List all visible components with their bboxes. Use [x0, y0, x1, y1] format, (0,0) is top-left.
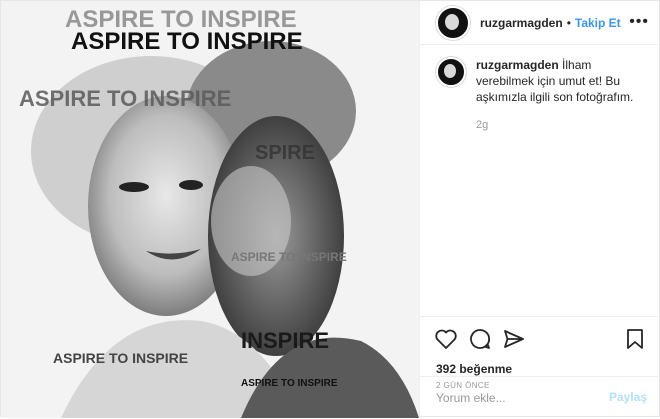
photo-text: SPIRE: [255, 142, 315, 164]
photo-text: INSPIRE: [241, 328, 329, 353]
username-link[interactable]: ruzgarmagden: [480, 16, 563, 30]
caption-username[interactable]: ruzgarmagden: [476, 58, 559, 72]
follow-button[interactable]: Takip Et: [575, 16, 621, 30]
action-icons: [434, 327, 646, 353]
caption: ruzgarmagden İlham verebilmek için umut …: [436, 57, 648, 133]
caption-avatar[interactable]: [436, 57, 466, 87]
photo-text: ASPIRE TO INSPIRE: [71, 28, 303, 55]
photo-artwork: ASPIRE TO INSPIRE ASPIRE TO INSPIRE ASPI…: [1, 1, 419, 418]
more-options-icon[interactable]: •••: [629, 13, 649, 31]
separator-dot: •: [566, 15, 571, 30]
comment-input[interactable]: [434, 387, 598, 409]
comment-icon[interactable]: [468, 327, 492, 351]
instagram-post: ASPIRE TO INSPIRE ASPIRE TO INSPIRE ASPI…: [0, 0, 660, 418]
heart-icon[interactable]: [434, 327, 458, 351]
post-photo[interactable]: ASPIRE TO INSPIRE ASPIRE TO INSPIRE ASPI…: [1, 1, 419, 418]
share-icon[interactable]: [502, 327, 526, 351]
avatar[interactable]: [436, 5, 470, 40]
photo-text: ASPIRE TO INSPIRE: [231, 250, 347, 264]
comment-box: Paylaş: [420, 376, 660, 419]
post-comment-button[interactable]: Paylaş: [609, 390, 647, 404]
post-header: ruzgarmagden • Takip Et •••: [420, 1, 660, 45]
bookmark-icon[interactable]: [624, 327, 646, 351]
likes-count[interactable]: 392 beğenme: [436, 362, 512, 376]
caption-text: ruzgarmagden İlham verebilmek için umut …: [476, 57, 648, 133]
post-sidebar: ruzgarmagden • Takip Et ••• ruzgarmagden…: [419, 1, 660, 418]
photo-text: ASPIRE TO INSPIRE: [241, 378, 338, 389]
photo-text: ASPIRE TO INSPIRE: [19, 86, 231, 111]
caption-age[interactable]: 2g: [476, 117, 648, 133]
photo-text: ASPIRE TO INSPIRE: [53, 350, 188, 366]
